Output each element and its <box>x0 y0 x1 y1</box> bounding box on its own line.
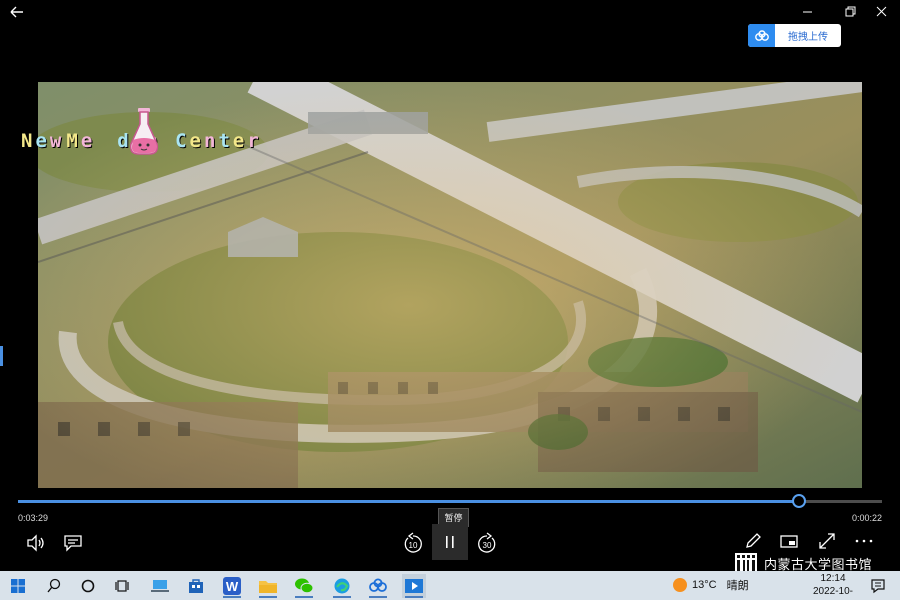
remaining-time: 0:00:22 <box>852 513 883 523</box>
store-icon <box>189 579 203 593</box>
skip-back-button[interactable]: 10 <box>402 532 424 554</box>
taskbar-app-explorer[interactable] <box>256 574 280 598</box>
system-clock[interactable]: 12:14 2022-10-24 <box>808 572 858 600</box>
taskbar-app-word[interactable]: W <box>220 574 244 598</box>
sun-icon <box>673 578 687 592</box>
running-indicator <box>333 596 351 598</box>
seek-bar[interactable] <box>18 494 882 508</box>
clock-date: 2022-10-24 <box>812 586 854 600</box>
temperature: 13°C <box>692 579 717 591</box>
watermark-char <box>160 130 174 152</box>
watermark-char: C <box>175 130 188 152</box>
maximize-button[interactable] <box>842 4 858 20</box>
taskbar-app-video-player[interactable] <box>402 574 426 598</box>
task-view-icon <box>115 580 129 592</box>
cortana-button[interactable] <box>76 574 100 598</box>
wechat-icon <box>295 578 314 594</box>
elapsed-time: 0:03:29 <box>18 513 49 523</box>
running-indicator <box>295 596 313 598</box>
pencil-icon <box>746 533 761 548</box>
windows-icon <box>11 579 25 593</box>
folder-icon <box>259 581 277 593</box>
more-icon <box>855 539 873 543</box>
skip-forward-label: 30 <box>483 541 492 550</box>
minimize-button[interactable] <box>800 4 816 20</box>
notification-center-button[interactable] <box>870 578 886 599</box>
watermark-char: e <box>189 130 202 152</box>
mini-view-icon <box>780 535 798 548</box>
taskbar-search-button[interactable] <box>42 574 66 598</box>
maximize-icon <box>845 6 856 17</box>
taskbar-app-laptop[interactable] <box>148 574 172 598</box>
upload-icon-box <box>748 24 775 47</box>
cloud-icon <box>369 578 387 592</box>
back-arrow-icon <box>10 6 23 18</box>
watermark-char: M <box>66 130 79 152</box>
weather-condition: 晴朗 <box>726 580 749 592</box>
edge-icon <box>334 578 350 594</box>
edge-indicator <box>0 346 3 366</box>
search-icon <box>47 578 61 593</box>
notification-icon <box>871 579 885 594</box>
svg-text:W: W <box>226 579 239 594</box>
watermark-char: t <box>218 130 231 152</box>
skip-back-icon: 10 <box>404 532 422 553</box>
close-button[interactable] <box>874 4 890 20</box>
watermark-char: e <box>35 130 48 152</box>
title-bar <box>0 0 900 24</box>
cloud-icon <box>754 29 769 41</box>
more-options-button[interactable] <box>854 534 874 548</box>
video-player-icon <box>405 579 423 593</box>
word-icon: W <box>223 577 241 595</box>
edit-button[interactable] <box>744 532 762 550</box>
pause-button[interactable] <box>432 524 468 560</box>
taskbar-app-wechat[interactable] <box>292 574 316 598</box>
taskbar-app-baidu-netdisk[interactable] <box>366 574 390 598</box>
seek-thumb[interactable] <box>792 494 807 508</box>
cortana-icon <box>81 579 95 593</box>
watermark-char: e <box>232 130 246 152</box>
pause-icon <box>446 536 454 548</box>
running-indicator <box>223 596 241 598</box>
subtitles-button[interactable] <box>63 534 83 552</box>
taskbar <box>0 571 900 600</box>
back-button[interactable] <box>8 4 26 20</box>
clock-time: 12:14 <box>820 573 846 584</box>
library-name: 内蒙古大学图书馆 <box>764 556 873 572</box>
watermark-char: r <box>247 130 260 152</box>
watermark-char: e <box>80 130 94 152</box>
running-indicator <box>369 596 387 598</box>
task-view-button[interactable] <box>110 574 134 598</box>
subtitles-icon <box>64 535 82 552</box>
watermark-char: n <box>203 130 217 152</box>
skip-forward-button[interactable]: 30 <box>476 532 498 554</box>
taskbar-app-store[interactable] <box>184 574 208 598</box>
flask-icon <box>127 106 161 163</box>
seek-progress <box>18 500 800 503</box>
mini-view-button[interactable] <box>780 534 798 550</box>
upload-label: 拖拽上传 <box>788 32 828 43</box>
fullscreen-icon <box>819 533 835 549</box>
running-indicator <box>405 596 423 598</box>
running-indicator <box>259 596 277 598</box>
minimize-icon <box>803 11 812 13</box>
fullscreen-button[interactable] <box>818 532 836 550</box>
watermark-char: w <box>49 130 63 152</box>
volume-button[interactable] <box>26 534 46 552</box>
volume-icon <box>27 534 44 552</box>
watermark-char: N <box>21 130 34 152</box>
drag-upload-button[interactable]: 拖拽上传 <box>748 24 841 47</box>
start-button[interactable] <box>6 574 30 598</box>
skip-forward-icon: 30 <box>478 532 496 553</box>
weather-widget[interactable]: 13°C 晴朗 <box>672 577 749 593</box>
laptop-icon <box>151 580 169 592</box>
skip-back-label: 10 <box>409 541 418 550</box>
taskbar-app-edge[interactable] <box>330 574 354 598</box>
close-icon <box>876 6 887 17</box>
